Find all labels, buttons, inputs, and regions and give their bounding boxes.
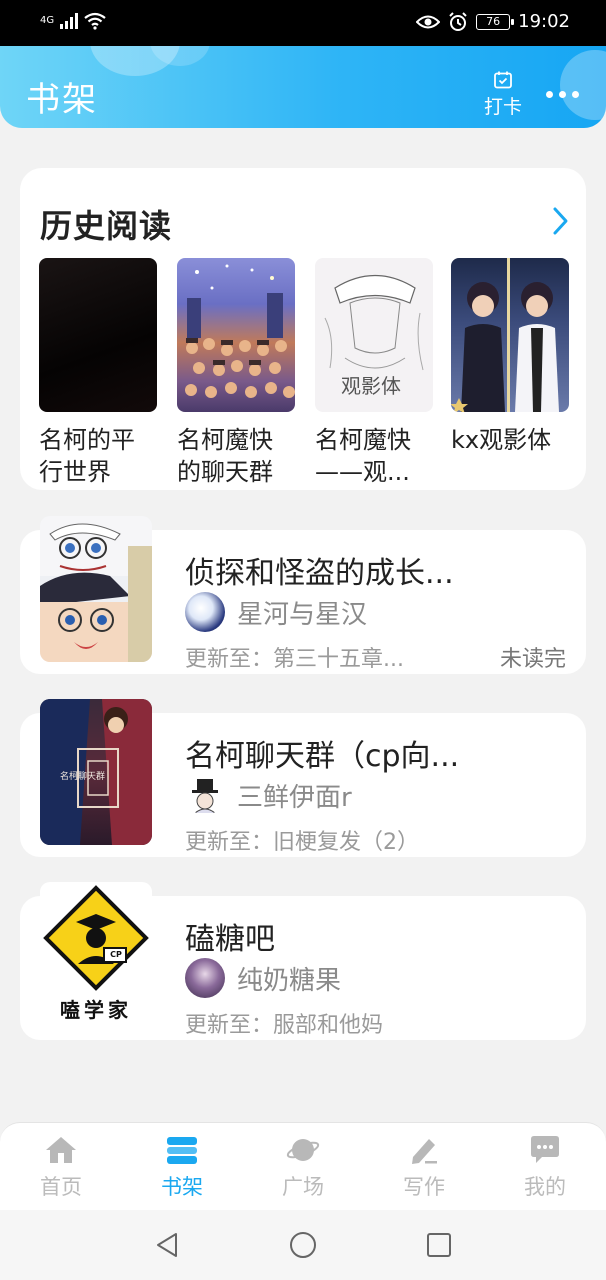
crowd-illustration: [185, 264, 295, 398]
chat-bubble-icon: [531, 1136, 559, 1163]
author-name: 星河与星汉: [237, 599, 368, 630]
book-title: 磕糖吧: [185, 922, 275, 957]
update-info: 更新至：第三十五章...: [185, 647, 404, 672]
bookshelf-item[interactable]: 名柯聊天群 名柯聊天群（cp向... 三鲜伊面r 更新至：旧梗复发（2）: [20, 699, 586, 857]
author-avatar: [185, 592, 225, 632]
wifi-icon: [84, 12, 106, 30]
detective-illustration: [40, 516, 152, 662]
book-title: 名柯聊天群（cp向...: [185, 739, 460, 774]
author-avatar: [185, 958, 225, 998]
author-row: 星河与星汉: [185, 592, 367, 632]
history-item[interactable]: 观影体 名柯魔快——观...: [315, 258, 433, 488]
eye-icon: [416, 15, 441, 28]
read-status: 未读完: [499, 647, 566, 672]
author-row: 三鲜伊面r: [185, 775, 352, 815]
more-options-button[interactable]: [546, 84, 582, 104]
chatgroup-illustration: 名柯聊天群: [40, 699, 152, 845]
back-icon[interactable]: [152, 1230, 182, 1260]
top-hat-icon: [192, 779, 218, 814]
book-cover: [40, 516, 152, 662]
cover-badge: CP: [110, 950, 122, 959]
calendar-check-icon: [494, 71, 512, 89]
clock: 19:02: [518, 11, 570, 32]
nav-home[interactable]: 首页: [21, 1135, 101, 1201]
bottom-navigation: 首页 书架 广场 写作 我的: [0, 1122, 606, 1210]
pencil-icon: [412, 1139, 437, 1164]
home-icon: [46, 1137, 76, 1163]
nav-write[interactable]: 写作: [384, 1135, 464, 1201]
nav-bookshelf[interactable]: 书架: [142, 1135, 222, 1201]
dot-icon: [546, 90, 553, 98]
chevron-right-icon[interactable]: [550, 206, 570, 236]
bookshelf-item[interactable]: 侦探和怪盗的成长... 星河与星汉 更新至：第三十五章... 未读完: [20, 516, 586, 674]
history-item-name: 名柯的平行世界: [39, 426, 135, 486]
page-title: 书架: [26, 80, 98, 120]
author-name: 纯奶糖果: [237, 965, 342, 996]
history-item-name: 名柯魔快的聊天群: [177, 426, 273, 486]
update-info: 更新至：旧梗复发（2）: [185, 830, 419, 855]
recent-apps-icon[interactable]: [424, 1230, 454, 1260]
network-type: 4G: [40, 15, 55, 26]
nav-mine-label: 我的: [524, 1175, 566, 1199]
home-circle-icon[interactable]: [288, 1230, 318, 1260]
author-name: 三鲜伊面r: [237, 782, 352, 813]
book-title: 侦探和怪盗的成长...: [185, 556, 454, 591]
app-header: 书架 打卡: [0, 46, 606, 128]
book-cover: CP 嗑学家: [40, 882, 152, 1028]
signal-icon: [60, 13, 79, 29]
nav-bookshelf-label: 书架: [161, 1175, 203, 1199]
svg-text:名柯聊天群: 名柯聊天群: [60, 770, 105, 782]
book-cover: 观影体: [315, 258, 433, 412]
bookshelf-item[interactable]: CP 嗑学家 磕糖吧 纯奶糖果 更新至：服部和他妈: [20, 882, 586, 1040]
nav-home-label: 首页: [40, 1175, 82, 1199]
battery-icon: 76: [476, 13, 515, 30]
history-title: 历史阅读: [40, 207, 173, 245]
author-avatar: [185, 775, 225, 815]
history-item-name: kx观影体: [451, 426, 552, 454]
update-info: 更新至：服部和他妈: [185, 1013, 384, 1038]
history-item-name: 名柯魔快——观...: [315, 426, 411, 486]
nav-write-label: 写作: [403, 1175, 445, 1199]
planet-icon: [286, 1139, 320, 1161]
system-navigation: [0, 1210, 606, 1280]
bookshelf-icon: [167, 1137, 197, 1164]
history-item[interactable]: kx观影体: [451, 258, 569, 488]
history-item[interactable]: 名柯魔快的聊天群: [177, 258, 295, 488]
history-reading-card: 历史阅读 名柯的平行世界 名柯魔快的聊天群 观影体 名柯魔快——观... kx观…: [20, 168, 586, 490]
cover-title: 观影体: [341, 374, 401, 398]
dot-icon: [559, 90, 566, 98]
nav-plaza-label: 广场: [282, 1175, 324, 1199]
alarm-icon: [449, 11, 467, 31]
nav-mine[interactable]: 我的: [505, 1135, 585, 1201]
characters-illustration: [451, 258, 559, 412]
history-item[interactable]: 名柯的平行世界: [39, 258, 157, 488]
book-cover: [451, 258, 569, 412]
book-cover: [39, 258, 157, 412]
checkin-label: 打卡: [483, 96, 522, 118]
dot-icon: [572, 90, 579, 98]
cover-title: 嗑学家: [60, 998, 132, 1022]
checkin-button[interactable]: 打卡: [480, 70, 526, 119]
author-row: 纯奶糖果: [185, 958, 341, 998]
book-cover: 名柯聊天群: [40, 699, 152, 845]
book-cover: [177, 258, 295, 412]
status-bar: 4G 76 19:02: [0, 0, 606, 46]
nav-plaza[interactable]: 广场: [263, 1135, 343, 1201]
